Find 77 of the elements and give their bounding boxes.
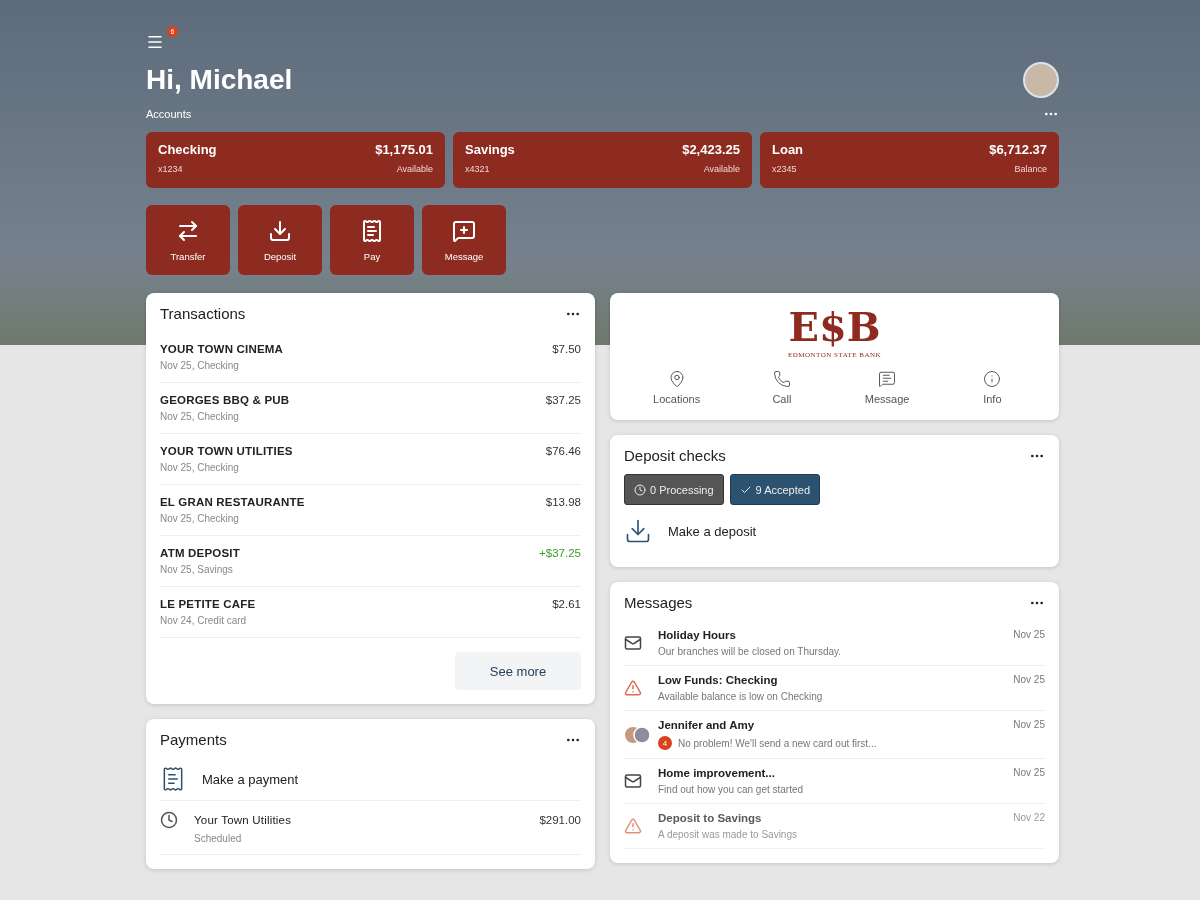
transaction-amount: $76.46	[545, 445, 581, 457]
payment-amount: $291.00	[539, 814, 581, 826]
message-date: Nov 25	[1013, 767, 1045, 779]
envelope-icon	[624, 634, 642, 652]
transaction-detail: Nov 25, Savings	[160, 564, 234, 575]
receipt-icon	[360, 218, 384, 243]
menu-icon	[146, 33, 164, 51]
message-preview: A deposit was made to Savings	[658, 829, 798, 840]
make-payment-button[interactable]: Make a payment	[160, 758, 581, 801]
clock-icon	[160, 811, 178, 829]
envelope-icon	[624, 772, 642, 790]
status-chip[interactable]: 0 Processing	[624, 474, 724, 505]
message-preview: Our branches will be closed on Thursday.	[658, 646, 843, 657]
transaction-detail: Nov 25, Checking	[160, 462, 240, 473]
payment-status: Scheduled	[194, 833, 243, 844]
transaction-detail: Nov 25, Checking	[160, 411, 240, 422]
action-button[interactable]: Pay	[330, 205, 414, 275]
warning-icon	[624, 817, 642, 835]
message-date: Nov 25	[1013, 719, 1045, 731]
transaction-name: LE PETITE CAFE	[160, 598, 257, 610]
transaction-amount: $2.61	[552, 598, 581, 610]
transaction-name: YOUR TOWN UTILITIES	[160, 445, 294, 457]
download-icon	[624, 517, 652, 545]
location-pin-icon	[667, 370, 686, 388]
transaction-name: ATM DEPOSIT	[160, 547, 241, 559]
see-more-button[interactable]: See more	[455, 652, 581, 690]
transaction-amount: $13.98	[545, 496, 581, 508]
chat-icon	[878, 370, 897, 388]
info-icon	[983, 370, 1002, 388]
transaction-amount: +$37.25	[539, 547, 581, 559]
account-card[interactable]: Loan $6,712.37 x2345 Balance	[760, 132, 1059, 188]
download-icon	[268, 218, 292, 243]
transaction-name: GEORGES BBQ & PUB	[160, 394, 291, 406]
message-date: Nov 22	[1013, 812, 1045, 824]
bank-link[interactable]: Locations	[624, 369, 730, 406]
message-title: Jennifer and Amy	[658, 719, 756, 731]
bank-link[interactable]: Message	[834, 369, 940, 406]
make-deposit-button[interactable]: Make a deposit	[624, 509, 1045, 553]
message-title: Home improvement...	[658, 767, 776, 779]
unread-badge: 4	[658, 736, 672, 750]
message-title: Deposit to Savings	[658, 812, 763, 824]
transaction-name: EL GRAN RESTAURANTE	[160, 496, 306, 508]
action-button[interactable]: Message	[422, 205, 506, 275]
chat-icon	[452, 218, 476, 243]
message-title: Low Funds: Checking	[658, 674, 779, 686]
message-title: Holiday Hours	[658, 629, 737, 641]
transaction-detail: Nov 24, Credit card	[160, 615, 248, 626]
message-preview: Available balance is low on Checking	[658, 691, 824, 702]
avatar[interactable]	[1023, 62, 1059, 98]
warning-icon	[624, 679, 642, 697]
message-date: Nov 25	[1013, 674, 1045, 686]
transaction-amount: $7.50	[552, 343, 581, 355]
message-preview: No problem! We'll send a new card out first...	[678, 737, 877, 749]
transfer-icon	[176, 218, 200, 243]
section-label: Accounts	[146, 108, 192, 120]
card-title: Payments	[160, 731, 227, 748]
card-title: Transactions	[160, 305, 246, 322]
action-button[interactable]: Deposit	[238, 205, 322, 275]
status-chip[interactable]: 9 Accepted	[729, 474, 821, 505]
transaction-detail: Nov 25, Checking	[160, 360, 240, 371]
transaction-amount: $37.25	[545, 394, 581, 406]
transaction-detail: Nov 25, Checking	[160, 513, 240, 524]
card-title: Deposit checks	[624, 447, 726, 464]
card-title: Messages	[624, 594, 693, 611]
phone-icon	[772, 370, 791, 388]
bank-link[interactable]: Info	[939, 369, 1045, 406]
action-button[interactable]: Transfer	[146, 205, 230, 275]
message-date: Nov 25	[1013, 629, 1045, 641]
account-card[interactable]: Savings $2,423.25 x4321 Available	[453, 132, 752, 188]
bank-link[interactable]: Call	[729, 369, 835, 406]
payment-name: Your Town Utilities	[194, 814, 293, 826]
greeting: Hi, Michael	[146, 64, 293, 96]
clock-icon	[634, 483, 646, 496]
account-card[interactable]: Checking $1,175.01 x1234 Available	[146, 132, 445, 188]
bank-logo: E$B	[788, 307, 881, 347]
message-preview: Find out how you can get started	[658, 784, 805, 795]
transaction-name: YOUR TOWN CINEMA	[160, 343, 285, 355]
